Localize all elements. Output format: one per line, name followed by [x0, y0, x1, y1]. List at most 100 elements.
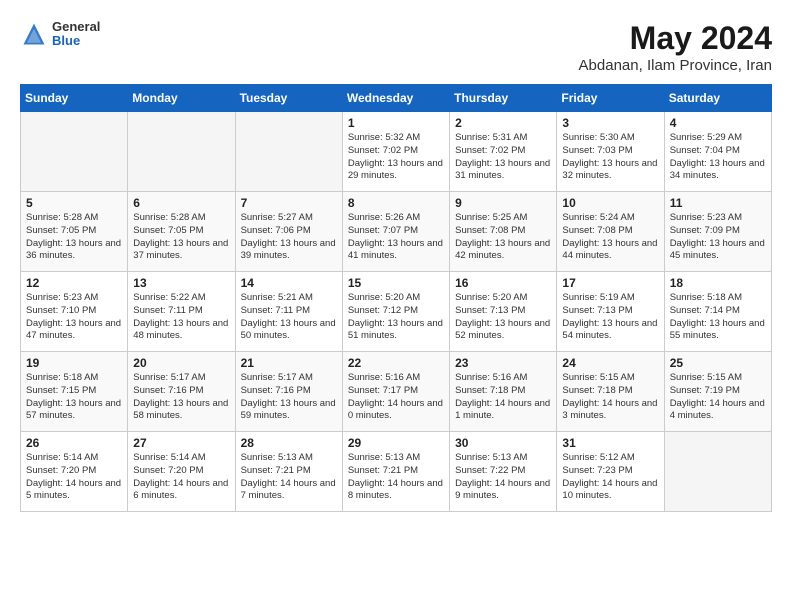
weekday-header: Wednesday [342, 85, 449, 112]
weekday-header-row: SundayMondayTuesdayWednesdayThursdayFrid… [21, 85, 772, 112]
day-number: 28 [241, 436, 337, 450]
calendar-day-cell: 26Sunrise: 5:14 AMSunset: 7:20 PMDayligh… [21, 432, 128, 512]
calendar-day-cell: 24 Sunrise: 5:15 AMSunset: 7:18 PMDayligh… [557, 352, 664, 432]
day-info: Sunrise: 5:13 AMSunset: 7:21 PMDaylight:… [241, 452, 337, 503]
calendar-day-cell: 14 Sunrise: 5:21 AMSunset: 7:11 PMDayligh… [235, 272, 342, 352]
calendar-week-row: 19Sunrise: 5:18 AMSunset: 7:15 PMDayligh… [21, 352, 772, 432]
calendar-day-cell: 8 Sunrise: 5:26 AMSunset: 7:07 PMDaylight… [342, 192, 449, 272]
day-number: 13 [133, 276, 229, 290]
calendar-day-cell: 17 Sunrise: 5:19 AMSunset: 7:13 PMDayligh… [557, 272, 664, 352]
day-number: 1 [348, 116, 444, 130]
day-info: Sunrise: 5:18 AMSunset: 7:15 PMDaylight:… [26, 372, 122, 423]
day-number: 27 [133, 436, 229, 450]
calendar-day-cell [21, 112, 128, 192]
day-number: 12 [26, 276, 122, 290]
day-info: Sunrise: 5:14 AMSunset: 7:20 PMDaylight:… [26, 452, 122, 503]
calendar-day-cell: 2 Sunrise: 5:31 AMSunset: 7:02 PMDaylight… [450, 112, 557, 192]
day-info: Sunrise: 5:31 AMSunset: 7:02 PMDaylight:… [455, 132, 551, 183]
calendar-day-cell [128, 112, 235, 192]
calendar-week-row: 26Sunrise: 5:14 AMSunset: 7:20 PMDayligh… [21, 432, 772, 512]
day-info: Sunrise: 5:29 AMSunset: 7:04 PMDaylight:… [670, 132, 766, 183]
logo-text: General Blue [52, 20, 100, 49]
day-number: 5 [26, 196, 122, 210]
weekday-header: Monday [128, 85, 235, 112]
calendar-week-row: 1Sunrise: 5:32 AMSunset: 7:02 PMDaylight… [21, 112, 772, 192]
calendar-day-cell: 11Sunrise: 5:23 AMSunset: 7:09 PMDayligh… [664, 192, 771, 272]
calendar-day-cell: 20Sunrise: 5:17 AMSunset: 7:16 PMDayligh… [128, 352, 235, 432]
calendar-day-cell: 1Sunrise: 5:32 AMSunset: 7:02 PMDaylight… [342, 112, 449, 192]
page-header: General Blue May 2024 Abdanan, Ilam Prov… [20, 20, 772, 74]
day-number: 14 [241, 276, 337, 290]
calendar-table: SundayMondayTuesdayWednesdayThursdayFrid… [20, 84, 772, 512]
day-info: Sunrise: 5:22 AMSunset: 7:11 PMDaylight:… [133, 292, 229, 343]
day-number: 18 [670, 276, 766, 290]
day-number: 16 [455, 276, 551, 290]
day-number: 29 [348, 436, 444, 450]
day-info: Sunrise: 5:21 AMSunset: 7:11 PMDaylight:… [241, 292, 337, 343]
logo-blue-text: Blue [52, 34, 100, 48]
day-number: 24 [562, 356, 658, 370]
calendar-day-cell: 13 Sunrise: 5:22 AMSunset: 7:11 PMDayligh… [128, 272, 235, 352]
calendar-day-cell: 22 Sunrise: 5:16 AMSunset: 7:17 PMDayligh… [342, 352, 449, 432]
day-info: Sunrise: 5:28 AMSunset: 7:05 PMDaylight:… [133, 212, 229, 263]
logo-icon [20, 20, 48, 48]
calendar-day-cell: 16Sunrise: 5:20 AMSunset: 7:13 PMDayligh… [450, 272, 557, 352]
day-info: Sunrise: 5:23 AMSunset: 7:10 PMDaylight:… [26, 292, 122, 343]
day-number: 23 [455, 356, 551, 370]
day-number: 21 [241, 356, 337, 370]
day-info: Sunrise: 5:27 AMSunset: 7:06 PMDaylight:… [241, 212, 337, 263]
calendar-day-cell: 30Sunrise: 5:13 AMSunset: 7:22 PMDayligh… [450, 432, 557, 512]
day-info: Sunrise: 5:20 AMSunset: 7:12 PMDaylight:… [348, 292, 444, 343]
day-number: 22 [348, 356, 444, 370]
calendar-day-cell: 4 Sunrise: 5:29 AMSunset: 7:04 PMDaylight… [664, 112, 771, 192]
day-info: Sunrise: 5:16 AMSunset: 7:18 PMDaylight:… [455, 372, 551, 423]
day-number: 6 [133, 196, 229, 210]
calendar-day-cell: 10Sunrise: 5:24 AMSunset: 7:08 PMDayligh… [557, 192, 664, 272]
calendar-day-cell: 3Sunrise: 5:30 AMSunset: 7:03 PMDaylight… [557, 112, 664, 192]
calendar-day-cell: 19Sunrise: 5:18 AMSunset: 7:15 PMDayligh… [21, 352, 128, 432]
calendar-day-cell: 23 Sunrise: 5:16 AMSunset: 7:18 PMDayligh… [450, 352, 557, 432]
day-number: 31 [562, 436, 658, 450]
calendar-day-cell: 29 Sunrise: 5:13 AMSunset: 7:21 PMDayligh… [342, 432, 449, 512]
calendar-day-cell: 18 Sunrise: 5:18 AMSunset: 7:14 PMDayligh… [664, 272, 771, 352]
day-info: Sunrise: 5:15 AMSunset: 7:19 PMDaylight:… [670, 372, 766, 423]
day-info: Sunrise: 5:25 AMSunset: 7:08 PMDaylight:… [455, 212, 551, 263]
day-number: 30 [455, 436, 551, 450]
day-info: Sunrise: 5:15 AMSunset: 7:18 PMDaylight:… [562, 372, 658, 423]
calendar-day-cell: 31 Sunrise: 5:12 AMSunset: 7:23 PMDayligh… [557, 432, 664, 512]
calendar-day-cell: 28 Sunrise: 5:13 AMSunset: 7:21 PMDayligh… [235, 432, 342, 512]
calendar-day-cell: 12 Sunrise: 5:23 AMSunset: 7:10 PMDayligh… [21, 272, 128, 352]
calendar-day-cell: 25 Sunrise: 5:15 AMSunset: 7:19 PMDayligh… [664, 352, 771, 432]
logo-general-text: General [52, 20, 100, 34]
day-info: Sunrise: 5:13 AMSunset: 7:21 PMDaylight:… [348, 452, 444, 503]
location-text: Abdanan, Ilam Province, Iran [579, 57, 772, 74]
day-number: 25 [670, 356, 766, 370]
calendar-day-cell: 9 Sunrise: 5:25 AMSunset: 7:08 PMDaylight… [450, 192, 557, 272]
day-number: 2 [455, 116, 551, 130]
day-number: 3 [562, 116, 658, 130]
weekday-header: Thursday [450, 85, 557, 112]
calendar-day-cell: 21 Sunrise: 5:17 AMSunset: 7:16 PMDayligh… [235, 352, 342, 432]
weekday-header: Tuesday [235, 85, 342, 112]
day-info: Sunrise: 5:26 AMSunset: 7:07 PMDaylight:… [348, 212, 444, 263]
calendar-week-row: 5 Sunrise: 5:28 AMSunset: 7:05 PMDaylight… [21, 192, 772, 272]
day-number: 15 [348, 276, 444, 290]
day-info: Sunrise: 5:24 AMSunset: 7:08 PMDaylight:… [562, 212, 658, 263]
calendar-day-cell: 7Sunrise: 5:27 AMSunset: 7:06 PMDaylight… [235, 192, 342, 272]
day-number: 8 [348, 196, 444, 210]
day-info: Sunrise: 5:17 AMSunset: 7:16 PMDaylight:… [241, 372, 337, 423]
calendar-week-row: 12 Sunrise: 5:23 AMSunset: 7:10 PMDayligh… [21, 272, 772, 352]
day-number: 4 [670, 116, 766, 130]
day-info: Sunrise: 5:19 AMSunset: 7:13 PMDaylight:… [562, 292, 658, 343]
day-info: Sunrise: 5:28 AMSunset: 7:05 PMDaylight:… [26, 212, 122, 263]
day-number: 17 [562, 276, 658, 290]
weekday-header: Saturday [664, 85, 771, 112]
day-number: 9 [455, 196, 551, 210]
logo: General Blue [20, 20, 100, 49]
month-year-title: May 2024 [579, 20, 772, 57]
calendar-day-cell: 15 Sunrise: 5:20 AMSunset: 7:12 PMDayligh… [342, 272, 449, 352]
day-info: Sunrise: 5:12 AMSunset: 7:23 PMDaylight:… [562, 452, 658, 503]
day-info: Sunrise: 5:18 AMSunset: 7:14 PMDaylight:… [670, 292, 766, 343]
calendar-day-cell: 27Sunrise: 5:14 AMSunset: 7:20 PMDayligh… [128, 432, 235, 512]
day-info: Sunrise: 5:16 AMSunset: 7:17 PMDaylight:… [348, 372, 444, 423]
